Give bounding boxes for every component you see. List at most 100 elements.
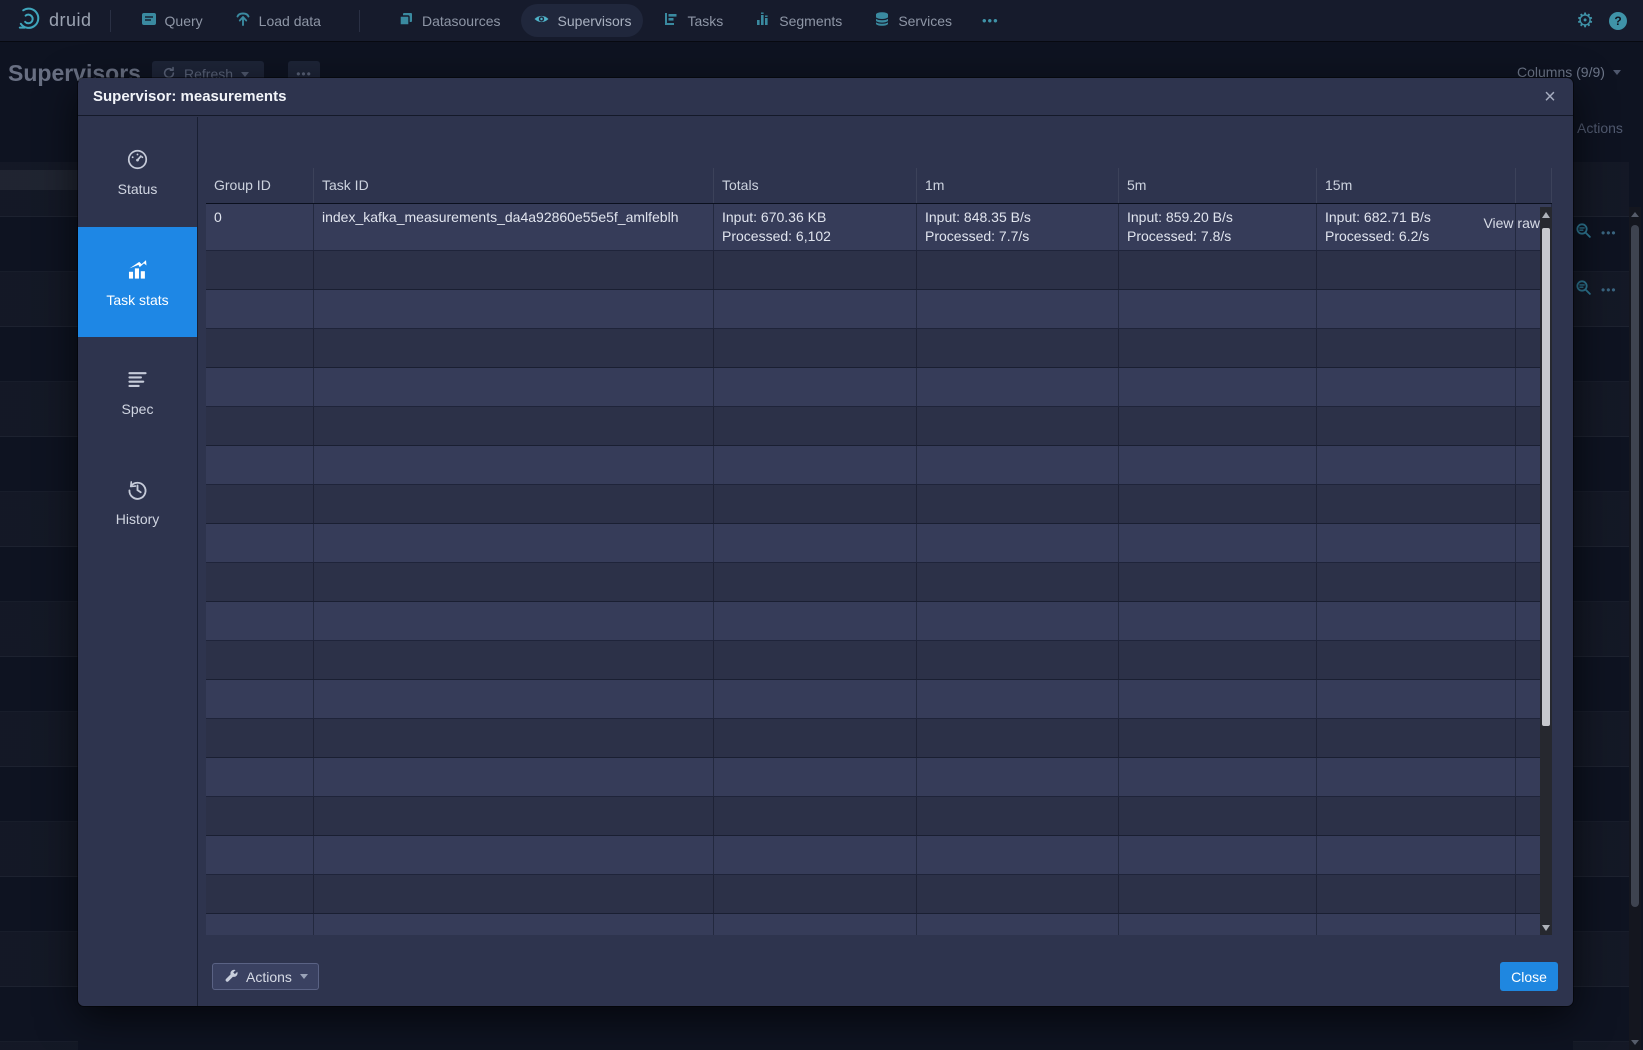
table-row-empty bbox=[206, 407, 1552, 446]
cell-empty bbox=[714, 875, 917, 913]
cell-empty bbox=[1119, 719, 1317, 757]
table-row-empty bbox=[206, 368, 1552, 407]
nav-item-label: Query bbox=[165, 13, 203, 29]
column-header-1m[interactable]: 1m bbox=[917, 168, 1119, 203]
cell-empty bbox=[917, 446, 1119, 484]
table-row-empty bbox=[206, 485, 1552, 524]
tab-history[interactable]: History bbox=[78, 447, 197, 557]
5m-input: Input: 859.20 B/s bbox=[1127, 208, 1308, 227]
tab-spec[interactable]: Spec bbox=[78, 337, 197, 447]
cell-empty bbox=[1317, 368, 1516, 406]
cell-empty bbox=[917, 485, 1119, 523]
table-header-row: Group ID Task ID Totals 1m 5m 15m bbox=[206, 168, 1552, 204]
cell-empty bbox=[917, 290, 1119, 328]
gear-icon[interactable]: ⚙ bbox=[1576, 11, 1594, 31]
nav-item-segments[interactable]: Segments bbox=[743, 4, 854, 37]
cell-empty bbox=[1317, 251, 1516, 289]
cell-empty bbox=[714, 680, 917, 718]
nav-item-label: Supervisors bbox=[558, 13, 632, 29]
cell-empty bbox=[314, 329, 714, 367]
cell-empty bbox=[314, 563, 714, 601]
search-icon[interactable] bbox=[1575, 279, 1592, 301]
cell-empty bbox=[917, 680, 1119, 718]
column-header-15m[interactable]: 15m bbox=[1317, 168, 1516, 203]
column-header-totals[interactable]: Totals bbox=[714, 168, 917, 203]
cell-empty bbox=[1317, 290, 1516, 328]
gantt-icon bbox=[663, 11, 679, 30]
page-scrollbar[interactable] bbox=[1629, 207, 1641, 1050]
supervisor-dialog: Supervisor: measurements × Status bbox=[78, 78, 1573, 1006]
nav-item-tasks[interactable]: Tasks bbox=[651, 4, 735, 37]
chart-trend-icon bbox=[125, 257, 150, 285]
tab-label: History bbox=[116, 511, 160, 527]
cell-empty bbox=[1119, 446, 1317, 484]
table-scrollbar-thumb[interactable] bbox=[1542, 228, 1550, 726]
nav-item-datasources[interactable]: Datasources bbox=[386, 4, 513, 37]
cell-empty bbox=[917, 836, 1119, 874]
cell-empty bbox=[714, 251, 917, 289]
cell-empty bbox=[1119, 290, 1317, 328]
cell-empty bbox=[917, 797, 1119, 835]
table-row-empty bbox=[206, 875, 1552, 914]
druid-logo[interactable]: druid bbox=[16, 6, 92, 36]
table-row-empty bbox=[206, 563, 1552, 602]
search-icon[interactable] bbox=[1575, 222, 1592, 244]
cell-empty bbox=[1119, 368, 1317, 406]
database-icon bbox=[874, 11, 890, 30]
cell-empty bbox=[314, 797, 714, 835]
actions-button[interactable]: Actions bbox=[212, 963, 319, 990]
cell-empty bbox=[314, 719, 714, 757]
nav-item-query[interactable]: Query bbox=[129, 4, 215, 37]
cell-empty bbox=[714, 290, 917, 328]
cell-empty bbox=[206, 797, 314, 835]
cell-empty bbox=[314, 914, 714, 935]
cell-empty bbox=[917, 368, 1119, 406]
cell-empty bbox=[1317, 914, 1516, 935]
cell-empty bbox=[917, 758, 1119, 796]
nav-more-button[interactable]: ••• bbox=[972, 13, 1009, 28]
1m-processed: Processed: 7.7/s bbox=[925, 227, 1110, 246]
nav-item-load-data[interactable]: Load data bbox=[223, 4, 333, 37]
cell-empty bbox=[314, 875, 714, 913]
tab-status[interactable]: Status bbox=[78, 117, 197, 227]
nav-items: Query Load data D bbox=[129, 4, 1009, 37]
nav-item-services[interactable]: Services bbox=[862, 4, 964, 37]
table-scrollbar[interactable] bbox=[1540, 207, 1552, 935]
close-button[interactable]: Close bbox=[1500, 962, 1558, 991]
cell-empty bbox=[714, 368, 917, 406]
table-body: 0 index_kafka_measurements_da4a92860e55e… bbox=[206, 204, 1552, 935]
cell-empty bbox=[714, 641, 917, 679]
table-row-empty bbox=[206, 680, 1552, 719]
cell-empty bbox=[1317, 524, 1516, 562]
cell-empty bbox=[1119, 524, 1317, 562]
help-icon[interactable]: ? bbox=[1609, 12, 1627, 30]
cell-empty bbox=[1317, 485, 1516, 523]
column-header-group-id[interactable]: Group ID bbox=[206, 168, 314, 203]
cell-empty bbox=[1119, 914, 1317, 935]
15m-input: Input: 682.71 B/s bbox=[1325, 208, 1507, 227]
cell-empty bbox=[206, 407, 314, 445]
view-raw-button[interactable]: View raw bbox=[1483, 215, 1540, 231]
top-navbar: druid Query bbox=[0, 0, 1643, 41]
background-row-actions: ••• bbox=[1575, 279, 1631, 301]
cell-empty bbox=[206, 680, 314, 718]
cell-empty bbox=[714, 602, 917, 640]
row-more-icon[interactable]: ••• bbox=[1601, 226, 1617, 240]
druid-logo-icon bbox=[16, 6, 41, 36]
column-header-5m[interactable]: 5m bbox=[1119, 168, 1317, 203]
cell-empty bbox=[206, 875, 314, 913]
close-icon[interactable]: × bbox=[1537, 84, 1563, 110]
column-header-task-id[interactable]: Task ID bbox=[314, 168, 714, 203]
load-data-icon bbox=[235, 11, 251, 30]
cell-empty bbox=[1317, 797, 1516, 835]
cell-empty bbox=[917, 563, 1119, 601]
tab-task-stats[interactable]: Task stats bbox=[78, 227, 197, 337]
task-stats-table: Group ID Task ID Totals 1m 5m 15m 0 inde… bbox=[206, 168, 1552, 935]
actions-label: Actions bbox=[246, 969, 292, 985]
nav-item-supervisors[interactable]: Supervisors bbox=[521, 4, 644, 37]
cell-empty bbox=[1317, 836, 1516, 874]
cell-empty bbox=[314, 485, 714, 523]
page-scrollbar-thumb[interactable] bbox=[1631, 225, 1639, 907]
cell-empty bbox=[314, 641, 714, 679]
row-more-icon[interactable]: ••• bbox=[1601, 283, 1617, 297]
